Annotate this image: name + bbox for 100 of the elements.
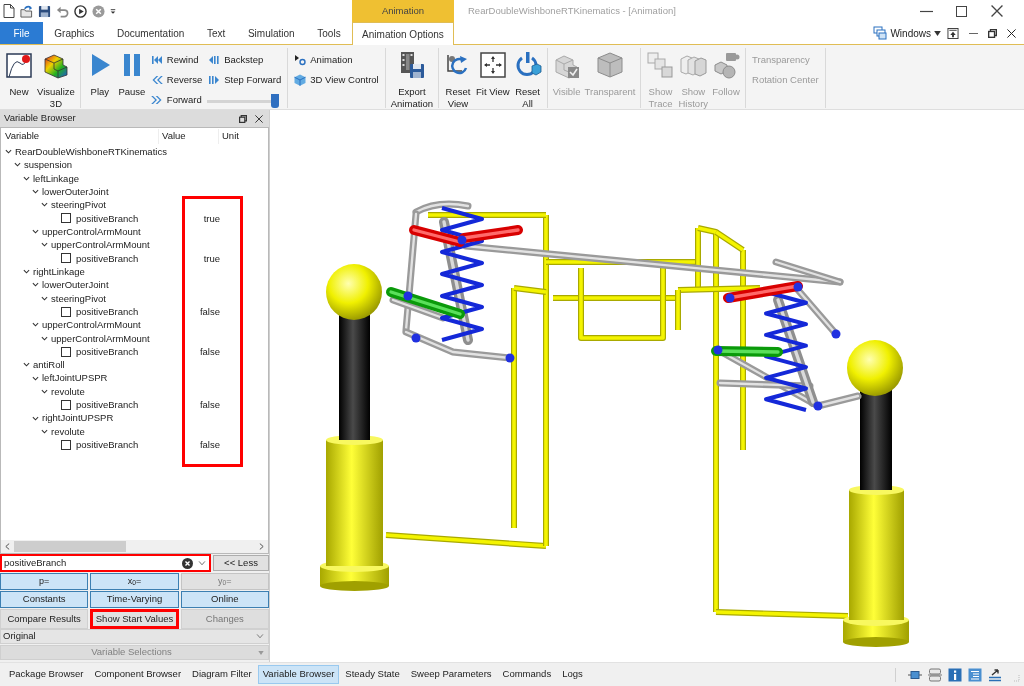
filter-toggle[interactable]: y$_{0}$= [180, 573, 269, 590]
scroll-left-icon[interactable] [5, 543, 10, 550]
cancel-circle-icon[interactable] [92, 4, 105, 18]
checkbox[interactable] [61, 346, 71, 357]
chevron-down-icon[interactable] [32, 414, 39, 422]
variable-label[interactable]: positiveBranch [76, 306, 139, 317]
tree-node-label[interactable]: rightLinkage [33, 266, 85, 277]
checkbox[interactable] [61, 399, 71, 410]
chevron-down-icon[interactable] [14, 161, 21, 169]
horizontal-scrollbar[interactable] [1, 540, 268, 553]
list-icon[interactable] [968, 667, 982, 682]
panel-tab[interactable]: Commands [497, 665, 557, 684]
ribbon-tab[interactable]: Animation Options [351, 22, 454, 45]
ribbon-tab[interactable]: Tools [305, 22, 352, 44]
checkbox[interactable] [61, 306, 71, 317]
export-animation-button[interactable]: Export Animation [388, 48, 435, 108]
tree-node-label[interactable]: upperControlArmMount [51, 333, 150, 343]
panel-tab[interactable]: Package Browser [4, 665, 89, 684]
folder-arrow-icon[interactable] [20, 4, 33, 18]
chevron-down-icon[interactable] [23, 361, 30, 369]
backstep-button[interactable]: Backstep [207, 53, 283, 67]
tree-node-label[interactable]: steeringPivot [51, 293, 106, 303]
tree-node-label[interactable]: upperControlArmMount [42, 320, 141, 330]
variable-label[interactable]: positiveBranch [76, 346, 139, 357]
tree-node-label[interactable]: upperControlArmMount [42, 226, 141, 237]
dock-icon[interactable] [947, 27, 959, 39]
checkbox[interactable] [61, 253, 71, 264]
panel-tab[interactable]: Diagram Filter [187, 665, 257, 684]
variable-label[interactable]: positiveBranch [76, 440, 139, 450]
tree-node-label[interactable]: antiRoll [33, 360, 65, 370]
chevron-down-icon[interactable] [41, 241, 48, 249]
chevron-down-icon[interactable] [23, 174, 30, 182]
info-icon[interactable] [948, 667, 962, 682]
play-circle-icon[interactable] [74, 4, 87, 18]
new-button[interactable]: New [3, 48, 35, 108]
close-icon[interactable] [255, 114, 263, 123]
restore-window-icon[interactable] [988, 28, 997, 38]
tree-node-label[interactable]: lowerOuterJoint [42, 186, 109, 197]
pause-button[interactable]: Pause [115, 48, 148, 108]
scroll-right-icon[interactable] [259, 543, 264, 550]
ribbon-tab[interactable]: Simulation [236, 22, 306, 44]
panel-tab[interactable]: Sweep Parameters [405, 665, 497, 684]
column-header[interactable]: Value [159, 129, 219, 144]
tree-node-label[interactable]: rightJointUPSPR [42, 413, 114, 423]
windows-menu-button[interactable]: Windows [873, 25, 941, 41]
layers-arrow-icon[interactable] [988, 667, 1002, 682]
tree-node-label[interactable]: leftLinkage [33, 173, 79, 184]
panel-tab[interactable]: Variable Browser [257, 665, 340, 684]
panel-tab[interactable]: Component Browser [89, 665, 187, 684]
category-toggle[interactable]: Time-Varying [90, 591, 179, 608]
ribbon-tab[interactable]: Documentation [105, 22, 196, 44]
speed-slider[interactable] [207, 94, 280, 108]
forward-button[interactable]: Forward [149, 93, 204, 107]
save-icon[interactable] [38, 4, 51, 18]
tree-node-label[interactable]: revolute [51, 426, 85, 437]
restore-window-icon[interactable] [239, 114, 247, 123]
chevron-down-icon[interactable] [41, 388, 48, 396]
chevron-down-icon[interactable] [32, 228, 39, 236]
file-tab[interactable]: File [0, 22, 43, 44]
filter-toggle[interactable]: x$_{0}$= [90, 573, 179, 590]
tree-node-label[interactable]: revolute [51, 386, 85, 397]
reset-all-button[interactable]: Reset All [511, 48, 544, 108]
category-toggle[interactable]: Online [180, 591, 269, 608]
maximize-icon[interactable] [956, 5, 967, 17]
tree-node-label[interactable]: leftJointUPSPR [42, 373, 108, 383]
search-field[interactable]: positiveBranch [0, 554, 211, 572]
stacked-bars-icon[interactable] [928, 667, 942, 682]
chevron-down-icon[interactable] [41, 428, 48, 436]
chevron-down-icon[interactable] [5, 148, 12, 156]
slider-thumb[interactable] [271, 94, 280, 108]
checkbox[interactable] [61, 213, 71, 224]
chevron-down-icon[interactable] [41, 201, 48, 209]
chevron-down-icon[interactable] [41, 334, 48, 342]
panel-tab[interactable]: Logs [557, 665, 588, 684]
column-header[interactable]: Variable [1, 129, 159, 144]
variable-label[interactable]: positiveBranch [76, 253, 139, 264]
3d-view-control-button[interactable]: 3D View Control [293, 73, 380, 87]
step-forward-button[interactable]: Step Forward [207, 73, 283, 87]
less-button[interactable]: << Less [213, 555, 269, 571]
chevron-down-icon[interactable] [32, 374, 39, 382]
chevron-down-icon[interactable] [32, 281, 39, 289]
tree-node-label[interactable]: lowerOuterJoint [42, 280, 109, 290]
ribbon-tab[interactable]: Text [195, 22, 237, 44]
filter-toggle[interactable]: p= [0, 573, 89, 590]
reverse-button[interactable]: Reverse [149, 73, 204, 87]
rewind-button[interactable]: Rewind [149, 53, 204, 67]
chevron-down-icon[interactable] [32, 188, 39, 196]
show-start-values-button[interactable]: Show Start Values [90, 609, 179, 630]
customize-caret-icon[interactable] [110, 7, 116, 15]
tree-node-label[interactable]: upperControlArmMount [51, 240, 150, 250]
tree-node-label[interactable]: RearDoubleWishboneRTKinematics [15, 146, 167, 157]
variable-label[interactable]: positiveBranch [76, 213, 139, 224]
animation-button[interactable]: Animation [293, 53, 380, 67]
fit-view-button[interactable]: Fit View [474, 48, 512, 108]
column-header[interactable]: Unit [219, 129, 239, 144]
new-file-icon[interactable] [3, 4, 15, 18]
clear-icon[interactable] [182, 557, 193, 569]
chevron-down-icon[interactable] [32, 321, 39, 329]
tree-node-label[interactable]: suspension [24, 160, 73, 170]
close-icon[interactable] [1007, 28, 1016, 38]
